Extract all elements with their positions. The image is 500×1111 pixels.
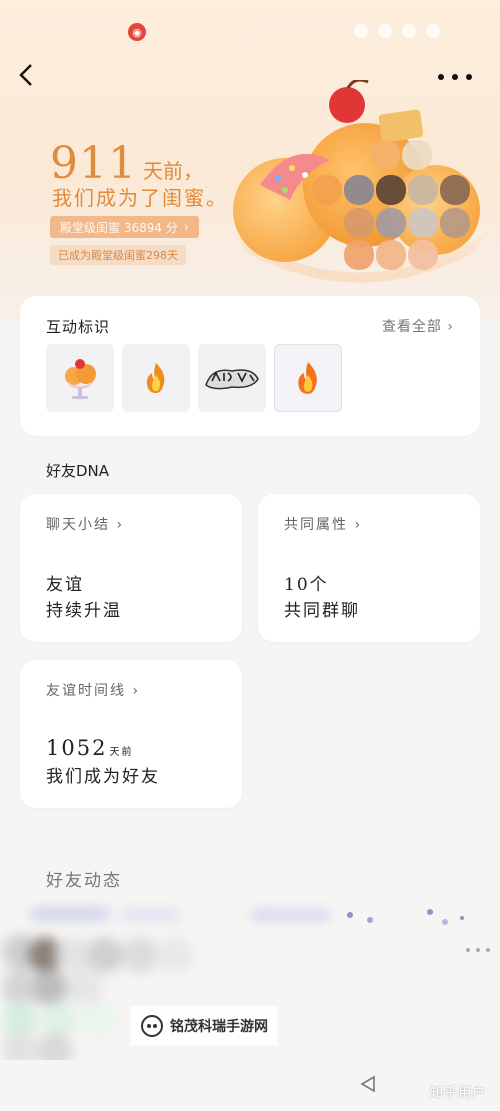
more-options-button[interactable] — [438, 62, 472, 92]
see-all-label: 查看全部 — [381, 319, 442, 335]
flame-icon — [146, 363, 165, 393]
text-art-badge-icon — [205, 369, 259, 390]
gamepad-logo-icon — [141, 1015, 163, 1037]
flame-icon — [298, 362, 317, 394]
friendship-timeline-label: 友谊时间线 — [46, 683, 126, 699]
friend-dna-title: 好友DNA — [46, 462, 110, 480]
ice-cream-sundae-icon — [65, 359, 96, 399]
triangle-back-icon — [360, 1075, 375, 1093]
chat-summary-line2: 持续升温 — [46, 601, 122, 621]
timeline-days-unit: 天前 — [109, 747, 134, 758]
hero-banner: ◉ 911 天前， 我们成为了闺蜜。 殿堂级闺蜜 36894 分 › 已成为殿堂… — [0, 0, 500, 320]
interaction-badges-card: 互动标识 查看全部 › — [20, 296, 480, 436]
chevron-right-icon: › — [354, 517, 363, 533]
friendship-timeline-days: 1052 天前 — [46, 736, 133, 760]
badge-list — [46, 344, 342, 412]
status-icon — [426, 24, 440, 38]
more-dot-icon — [438, 74, 444, 80]
hero-subtitle: 我们成为了闺蜜。 — [52, 186, 228, 210]
badge-flame-outlined[interactable] — [274, 344, 342, 412]
friendship-timeline-heading: 友谊时间线 › — [46, 680, 140, 700]
chevron-left-icon — [19, 64, 32, 86]
chat-summary-card[interactable]: 聊天小结 › 友谊 持续升温 — [20, 494, 242, 642]
chevron-right-icon: › — [183, 220, 189, 234]
friendship-timeline-desc: 我们成为好友 — [46, 767, 160, 787]
system-back-button[interactable] — [358, 1074, 378, 1094]
badges-title: 互动标识 — [46, 318, 111, 336]
watermark-text: 铭茂科瑞手游网 — [170, 1019, 268, 1035]
chevron-right-icon: › — [447, 319, 454, 335]
more-dot-icon — [486, 948, 490, 952]
chat-summary-line1: 友谊 — [46, 575, 84, 595]
level-duration: 已成为殿堂级闺蜜298天 — [50, 245, 186, 265]
status-icon — [354, 24, 368, 38]
status-icon — [402, 24, 416, 38]
more-dot-icon — [466, 74, 472, 80]
chevron-right-icon: › — [132, 683, 141, 699]
chevron-right-icon: › — [116, 517, 125, 533]
more-dot-icon — [476, 948, 480, 952]
status-bar: ◉ — [0, 18, 500, 46]
netease-music-icon: ◉ — [128, 23, 146, 41]
back-button[interactable] — [16, 62, 44, 92]
author-credit: 知乎用户 — [429, 1086, 486, 1101]
days-unit: 天前， — [142, 159, 203, 183]
more-dot-icon — [466, 948, 470, 952]
common-attributes-card[interactable]: 共同属性 › 10个 共同群聊 — [258, 494, 480, 642]
common-attributes-desc: 共同群聊 — [284, 601, 360, 621]
chat-summary-heading: 聊天小结 › — [46, 514, 124, 534]
common-attributes-heading: 共同属性 › — [284, 514, 362, 534]
status-icon — [378, 24, 392, 38]
friendship-level-tag[interactable]: 殿堂级闺蜜 36894 分 › — [50, 216, 199, 238]
ice-cream-sundae-illustration — [230, 80, 490, 283]
see-all-link[interactable]: 查看全部 › — [382, 316, 454, 336]
friend-feed-title: 好友动态 — [46, 871, 122, 891]
more-dot-icon — [452, 74, 458, 80]
friendship-timeline-card[interactable]: 友谊时间线 › 1052 天前 我们成为好友 — [20, 660, 242, 808]
level-label: 殿堂级闺蜜 36894 分 — [60, 220, 178, 235]
badge-sundae[interactable] — [46, 344, 114, 412]
common-attributes-count: 10个 — [284, 575, 329, 595]
feed-more-button[interactable] — [466, 945, 490, 955]
status-icons — [354, 24, 440, 38]
chat-summary-label: 聊天小结 — [46, 517, 110, 533]
timeline-days-number: 1052 — [46, 736, 108, 760]
badge-text-art[interactable] — [198, 344, 266, 412]
watermark: 铭茂科瑞手游网 — [130, 1006, 278, 1046]
badge-flame[interactable] — [122, 344, 190, 412]
common-attributes-label: 共同属性 — [284, 517, 348, 533]
